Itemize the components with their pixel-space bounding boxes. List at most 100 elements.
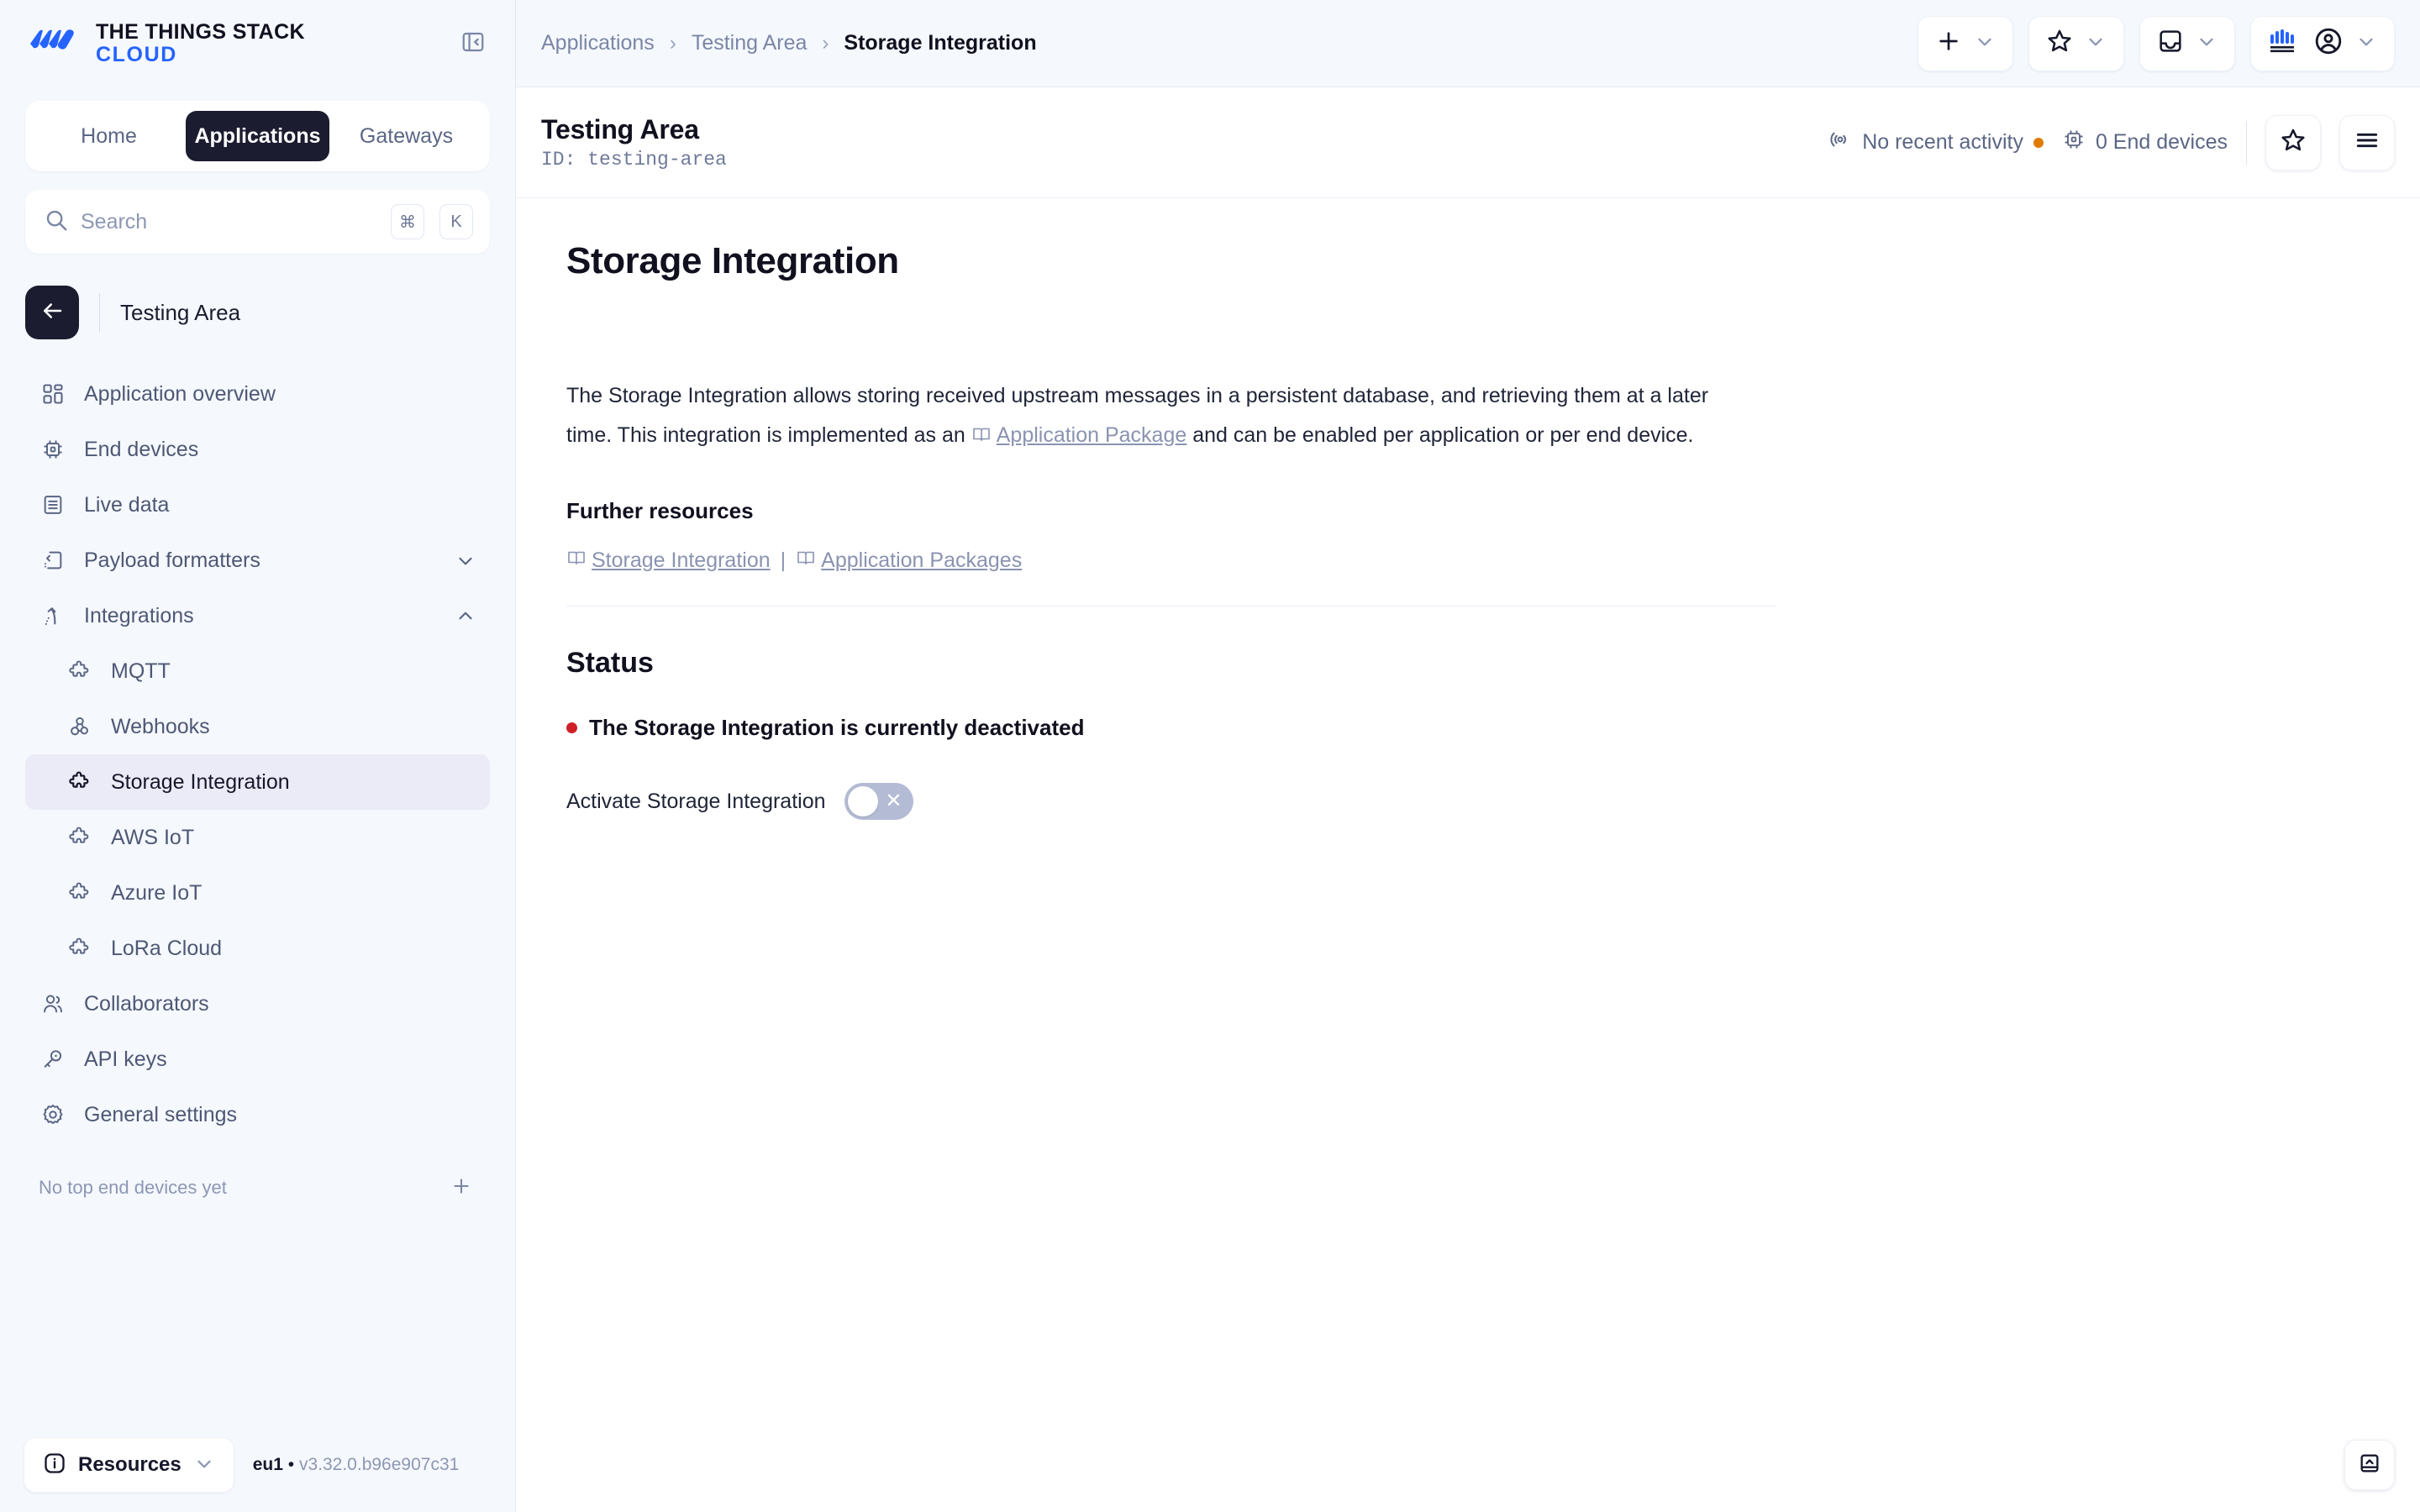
kbd-k: K [439,204,473,239]
sidebar-item-aws-iot[interactable]: AWS IoT [25,810,490,865]
application-package-link[interactable]: Application Package [997,423,1187,447]
toggle-off-icon: ✕ [885,790,902,812]
version-label: v3.32.0.b96e907c31 [298,1455,460,1474]
sidebar-item-label: Storage Integration [111,769,290,794]
chevron-up-icon[interactable] [455,605,476,627]
tab-gateways[interactable]: Gateways [334,111,478,161]
bookmarks-button[interactable] [2028,15,2124,71]
sidebar-item-label: Live data [84,492,170,517]
page-header: Testing Area ID: testing-area No recent … [516,87,2420,198]
chip-icon [39,435,67,464]
application-id: ID: testing-area [541,149,727,171]
resources-label: Resources [78,1453,182,1476]
things-industries-logo-icon [2268,27,2302,60]
panel-expand-icon [2358,1452,2381,1479]
sidebar-item-collaborators[interactable]: Collaborators [25,976,490,1032]
breadcrumb-separator: › [822,31,829,55]
sidebar-item-label: Payload formatters [84,548,260,572]
tab-applications[interactable]: Applications [186,111,329,161]
page-title: Testing Area [541,114,699,144]
top-bar: Applications › Testing Area › Storage In… [516,0,2420,87]
add-button[interactable] [1918,15,2013,71]
brand-text: THE THINGS STACK CLOUD [96,21,305,66]
sidebar-item-lora-cloud[interactable]: LoRa Cloud [25,921,490,976]
tab-home[interactable]: Home [37,111,181,161]
signal-icon [1828,128,1852,157]
page-header-left: Testing Area ID: testing-area [541,114,727,171]
sidebar-item-azure-iot[interactable]: Azure IoT [25,865,490,921]
puzzle-icon [66,657,94,685]
primary-tabs: Home Applications Gateways [25,101,490,171]
activate-storage-integration-toggle[interactable]: ✕ [844,783,913,820]
book-icon [566,548,587,574]
further-resources-links: Storage Integration | Application Packag… [566,548,2370,574]
brand-logo[interactable]: THE THINGS STACK CLOUD [29,21,305,66]
context-row: Testing Area [25,284,490,341]
panel-collapse-icon [460,29,486,59]
chevron-down-icon [2196,30,2217,56]
search-input[interactable] [81,209,376,234]
top-end-devices-empty: No top end devices yet [25,1164,490,1211]
notifications-button[interactable] [2139,15,2235,71]
sidebar-item-application-overview[interactable]: Application overview [25,366,490,422]
code-icon [39,546,67,575]
end-devices-count: 0 End devices [2062,128,2228,157]
things-stack-logo-icon [29,27,79,61]
sidebar-item-storage-integration[interactable]: Storage Integration [25,754,490,810]
chevron-down-icon [193,1452,215,1478]
version-info: eu1 • v3.32.0.b96e907c31 [253,1455,460,1475]
chevron-down-icon[interactable] [455,549,476,571]
sidebar-item-label: MQTT [111,659,171,683]
sidebar-item-mqtt[interactable]: MQTT [25,643,490,699]
storage-integration-doc-link[interactable]: Storage Integration [592,549,771,573]
chevron-down-icon [2085,30,2107,56]
main-area: Applications › Testing Area › Storage In… [516,0,2420,1512]
version-separator: • [287,1455,295,1474]
bookmark-page-button[interactable] [2265,114,2321,171]
sidebar-nav: Application overview End devices Live da… [0,366,515,1142]
sidebar-item-api-keys[interactable]: API keys [25,1032,490,1087]
puzzle-icon [66,879,94,907]
sidebar-item-label: API keys [84,1047,167,1071]
list-icon [39,491,67,519]
collapse-sidebar-button[interactable] [455,25,492,62]
expand-panel-button[interactable] [2344,1440,2395,1490]
application-id-value: testing-area [587,149,727,171]
application-packages-doc-link[interactable]: Application Packages [821,549,1022,573]
chip-icon [2062,128,2086,157]
account-button[interactable] [2250,15,2395,71]
puzzle-icon [66,934,94,963]
sidebar-item-live-data[interactable]: Live data [25,477,490,533]
plus-icon [450,1175,472,1201]
breadcrumb-testing-area[interactable]: Testing Area [692,31,808,55]
links-separator: | [780,549,786,572]
resources-button[interactable]: Resources [24,1437,234,1493]
search-box[interactable]: ⌘ K [25,190,490,254]
sidebar-item-webhooks[interactable]: Webhooks [25,699,490,754]
sidebar-item-general-settings[interactable]: General settings [25,1087,490,1142]
top-actions [1918,15,2395,71]
brand-line-1: THE THINGS STACK [96,20,305,44]
breadcrumb-separator: › [669,31,676,55]
context-application-name: Testing Area [120,299,241,325]
toggle-knob [847,786,878,816]
sidebar-item-integrations[interactable]: Integrations [25,588,490,643]
sidebar-item-label: LoRa Cloud [111,936,223,960]
sidebar-footer: Resources eu1 • v3.32.0.b96e907c31 [0,1418,515,1512]
back-button[interactable] [25,286,79,339]
add-end-device-button[interactable] [446,1173,476,1203]
sidebar-item-end-devices[interactable]: End devices [25,422,490,477]
plus-icon [1935,28,1962,59]
end-devices-text: 0 End devices [2095,130,2228,154]
book-icon [971,418,992,458]
arrow-left-icon [39,298,65,328]
sidebar-item-label: General settings [84,1102,238,1126]
breadcrumb-applications[interactable]: Applications [541,31,655,55]
page-menu-button[interactable] [2339,114,2395,171]
sidebar-item-label: AWS IoT [111,825,195,849]
activate-toggle-row: Activate Storage Integration ✕ [566,783,2370,820]
status-message-row: The Storage Integration is currently dea… [566,715,2370,741]
activity-text: No recent activity [1862,130,2023,154]
status-message: The Storage Integration is currently dea… [589,715,1085,740]
sidebar-item-payload-formatters[interactable]: Payload formatters [25,533,490,588]
